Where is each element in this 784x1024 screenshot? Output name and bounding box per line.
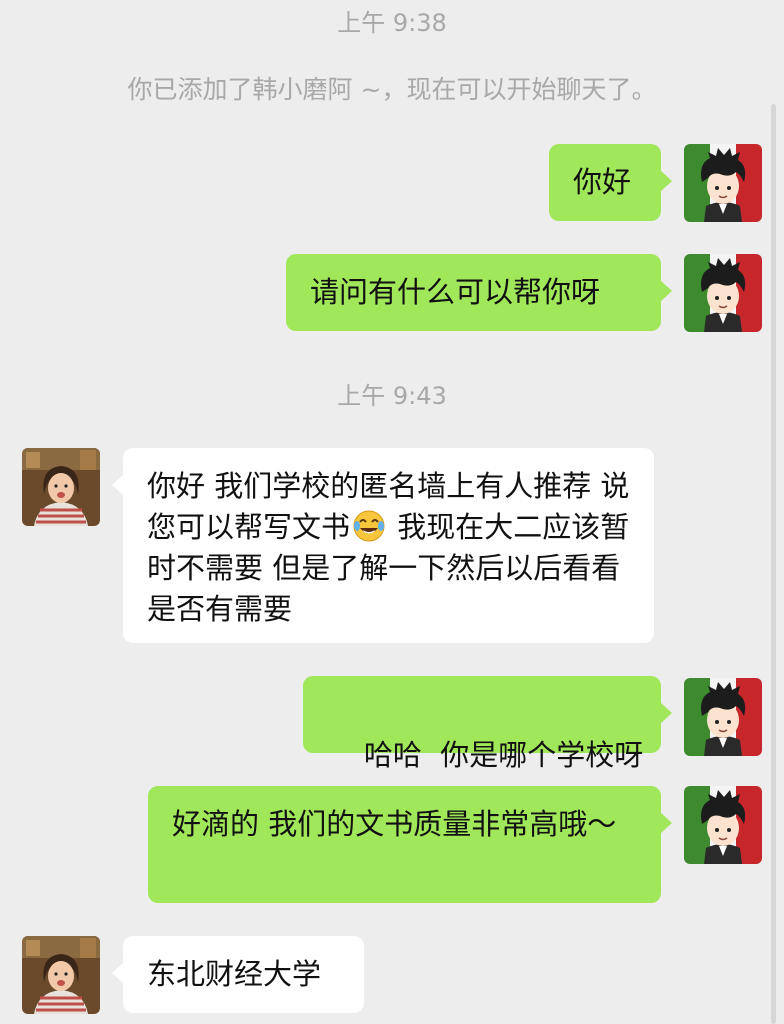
boy-avatar-icon <box>684 786 762 864</box>
message-text: 好滴的 我们的文书质量非常高哦～ <box>172 807 617 841</box>
message-bubble-outgoing[interactable]: 请问有什么可以帮你呀 <box>286 254 672 331</box>
message-bubble-outgoing[interactable]: 好滴的 我们的文书质量非常高哦～ <box>148 786 672 903</box>
my-avatar[interactable] <box>684 786 762 864</box>
face-with-tears-of-joy-icon <box>353 510 385 542</box>
system-notice: 你已添加了韩小磨阿 ~，现在可以开始聊天了。 <box>127 75 657 104</box>
contact-avatar[interactable] <box>22 448 100 526</box>
message-bubble-incoming[interactable]: 东北财经大学 <box>112 936 364 1013</box>
scrollbar[interactable] <box>771 104 776 1024</box>
boy-avatar-icon <box>684 678 762 756</box>
my-avatar[interactable] <box>684 144 762 222</box>
message-bubble-incoming[interactable]: 你好 我们学校的匿名墙上有人推荐 说您可以帮写文书 我现在大二应该暂时不需要 但… <box>112 448 654 643</box>
girl-photo-avatar-icon <box>22 448 100 526</box>
my-avatar[interactable] <box>684 678 762 756</box>
message-bubble-outgoing[interactable]: 你好 <box>549 144 672 221</box>
contact-avatar[interactable] <box>22 936 100 1014</box>
girl-photo-avatar-icon <box>22 936 100 1014</box>
boy-avatar-icon <box>684 254 762 332</box>
message-bubble-outgoing[interactable]: 哈哈 你是哪个学校呀 <box>303 676 672 772</box>
message-text: 哈哈 你是哪个学校呀 <box>363 738 644 772</box>
message-text: 请问有什么可以帮你呀 <box>310 275 601 309</box>
timestamp: 上午 9:38 <box>337 9 447 37</box>
chat-window[interactable]: 上午 9:38 你已添加了韩小磨阿 ~，现在可以开始聊天了。 你好 请问有什么可… <box>0 0 784 1024</box>
message-text: 东北财经大学 <box>147 957 322 991</box>
my-avatar[interactable] <box>684 254 762 332</box>
message-text: 你好 <box>573 165 632 199</box>
boy-avatar-icon <box>684 144 762 222</box>
timestamp: 上午 9:43 <box>337 382 447 410</box>
